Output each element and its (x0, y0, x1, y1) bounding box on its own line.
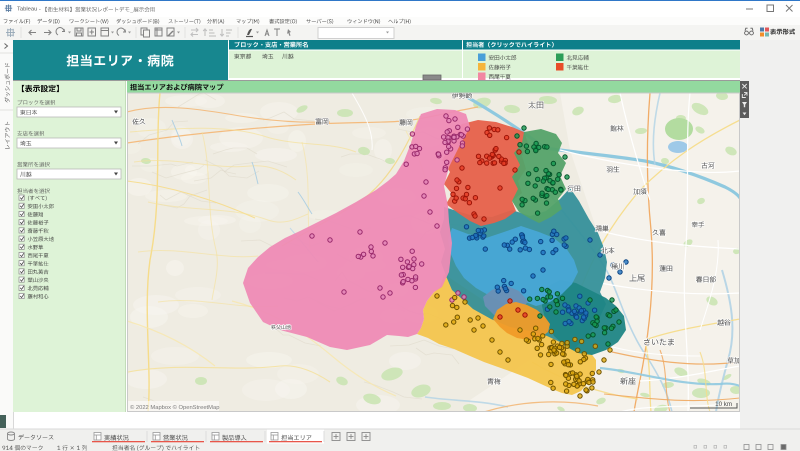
svg-text:Tableau -: Tableau - (17, 7, 41, 13)
svg-text:10 km: 10 km (715, 401, 732, 408)
svg-text:© 2022 Mapbox © OpenStreetMap: © 2022 Mapbox © OpenStreetMap (130, 404, 219, 411)
